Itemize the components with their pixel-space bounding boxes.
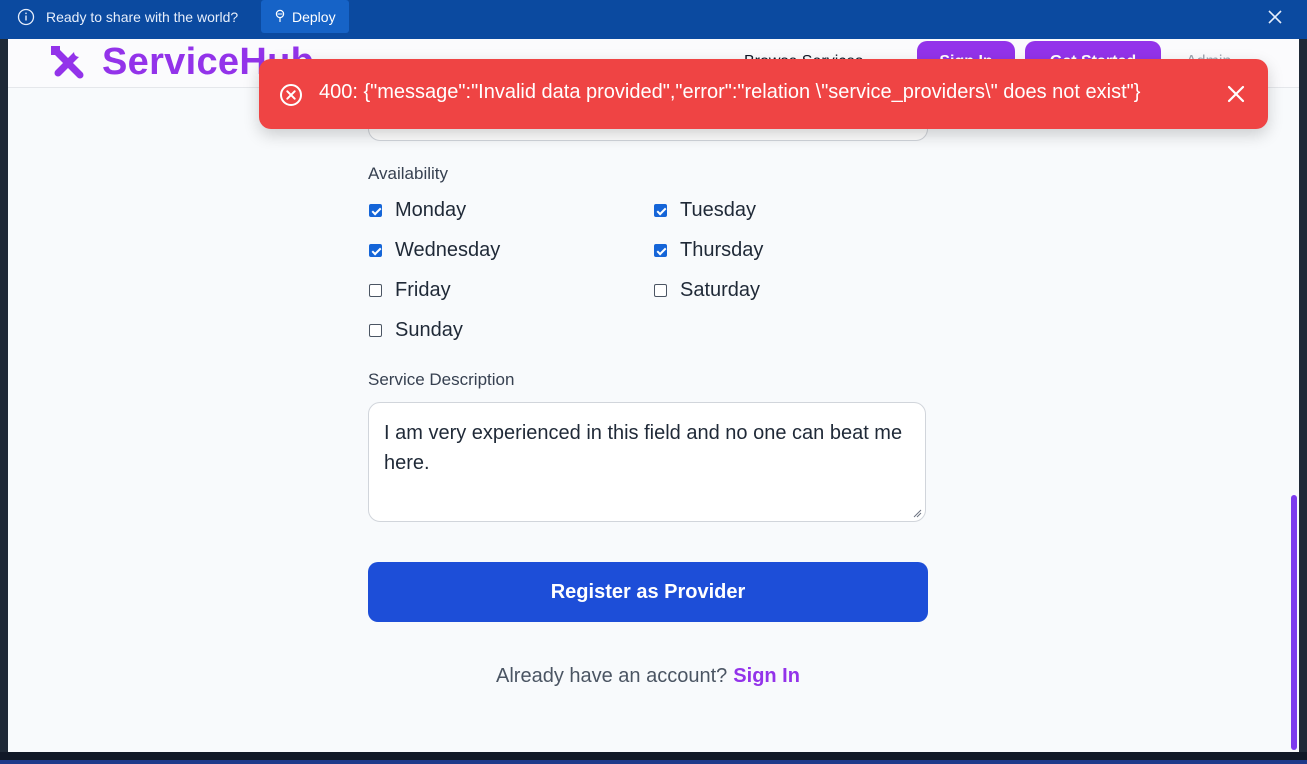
day-checkbox-tuesday[interactable]: Tuesday — [654, 199, 756, 222]
app-viewport: ServiceHub Browse Services Sign In Get S… — [8, 39, 1299, 752]
already-text: Already have an account? — [496, 665, 728, 687]
scrollbar-thumb[interactable] — [1291, 495, 1297, 750]
checkbox-checked[interactable] — [654, 244, 667, 257]
day-checkbox-monday[interactable]: Monday — [369, 199, 466, 222]
availability-label: Availability — [368, 164, 449, 183]
day-label: Monday — [395, 199, 467, 221]
close-banner-icon[interactable] — [1267, 9, 1283, 25]
error-toast: 400: {"message":"Invalid data provided",… — [259, 59, 1268, 129]
day-checkbox-sunday[interactable]: Sunday — [369, 319, 463, 342]
day-label: Sunday — [395, 319, 463, 341]
close-toast-icon[interactable] — [1226, 84, 1246, 104]
day-label: Saturday — [680, 279, 761, 301]
day-label: Wednesday — [395, 239, 501, 261]
checkbox-unchecked[interactable] — [369, 284, 382, 297]
day-label: Thursday — [680, 239, 764, 261]
window-frame-right — [1299, 0, 1307, 764]
day-checkbox-wednesday[interactable]: Wednesday — [369, 239, 500, 262]
checkbox-checked[interactable] — [369, 204, 382, 217]
day-checkbox-thursday[interactable]: Thursday — [654, 239, 763, 262]
banner-message: Ready to share with the world? — [46, 9, 239, 25]
day-label: Tuesday — [680, 199, 756, 221]
checkbox-unchecked[interactable] — [369, 324, 382, 337]
window-frame-bottom — [0, 752, 1307, 764]
signin-link[interactable]: Sign In — [733, 665, 800, 687]
day-checkbox-saturday[interactable]: Saturday — [654, 279, 760, 302]
checkbox-checked[interactable] — [369, 244, 382, 257]
service-description-label: Service Description — [368, 370, 515, 389]
register-provider-button[interactable]: Register as Provider — [368, 562, 928, 622]
day-checkbox-friday[interactable]: Friday — [369, 279, 451, 302]
error-message: 400: {"message":"Invalid data provided",… — [319, 81, 1141, 103]
textarea-value: I am very experienced in this field and … — [384, 422, 903, 474]
error-circle-icon — [280, 84, 302, 106]
checkbox-unchecked[interactable] — [654, 284, 667, 297]
checkbox-checked[interactable] — [654, 204, 667, 217]
deploy-icon — [275, 9, 285, 22]
signin-prompt: Already have an account? Sign In — [8, 665, 1288, 688]
day-label: Friday — [395, 279, 451, 301]
resize-handle-icon[interactable] — [913, 509, 922, 518]
window-frame-left — [0, 0, 8, 764]
deploy-button[interactable]: Deploy — [261, 0, 349, 33]
service-description-textarea[interactable]: I am very experienced in this field and … — [368, 402, 926, 522]
tools-logo-icon[interactable] — [48, 43, 88, 83]
deploy-banner: Ready to share with the world? Deploy — [0, 0, 1307, 39]
deploy-label: Deploy — [292, 9, 336, 25]
info-icon — [17, 8, 35, 26]
